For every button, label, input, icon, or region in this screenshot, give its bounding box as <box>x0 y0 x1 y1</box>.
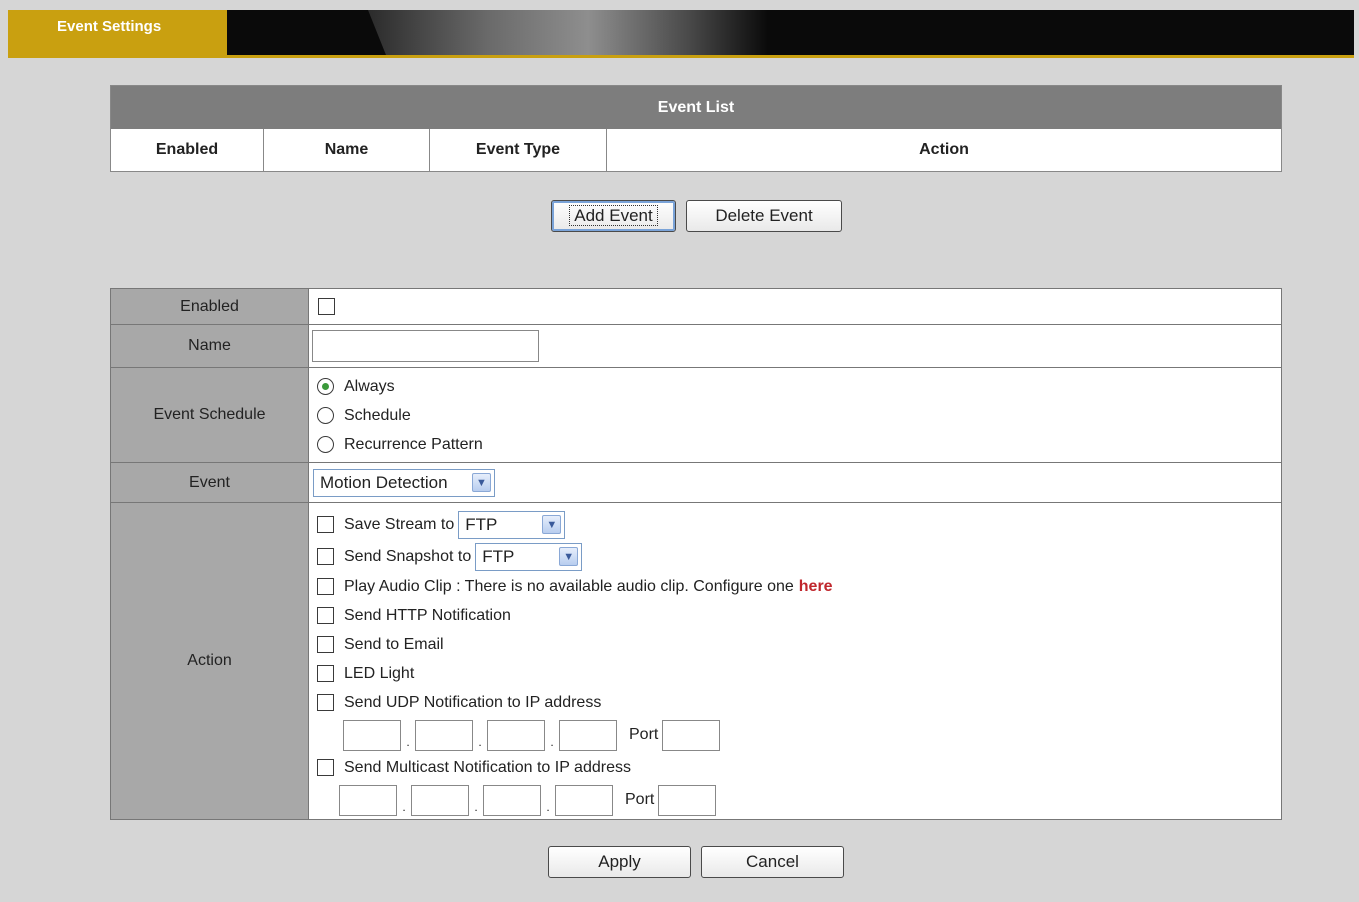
event-schedule-label: Event Schedule <box>111 368 309 462</box>
udp-port-input[interactable] <box>662 719 721 751</box>
save-stream-checkbox[interactable] <box>317 516 334 533</box>
led-light-checkbox[interactable] <box>317 665 334 682</box>
multicast-ip-octet-4[interactable] <box>555 784 613 816</box>
udp-ip-octet-2[interactable] <box>415 719 473 751</box>
row-name: Name <box>111 325 1281 368</box>
action-led-light: LED Light <box>317 659 1281 688</box>
radio-schedule[interactable] <box>317 407 334 424</box>
row-event-schedule: Event Schedule Always Schedule Recurrenc… <box>111 368 1281 463</box>
udp-port-label: Port <box>629 726 659 743</box>
configure-audio-link[interactable]: here <box>799 578 833 596</box>
cancel-button[interactable]: Cancel <box>701 846 844 878</box>
http-notification-checkbox[interactable] <box>317 607 334 624</box>
multicast-ip-octet-3[interactable] <box>483 784 541 816</box>
schedule-option-recurrence[interactable]: Recurrence Pattern <box>317 430 1281 459</box>
event-form: Enabled Name Event Schedule Always Sched… <box>110 288 1282 820</box>
udp-ip-octet-4[interactable] <box>559 719 617 751</box>
column-header-event-type: Event Type <box>430 129 607 171</box>
email-checkbox[interactable] <box>317 636 334 653</box>
action-label: Action <box>111 503 309 819</box>
event-list-header: Enabled Name Event Type Action <box>111 129 1281 171</box>
column-header-name: Name <box>264 129 430 171</box>
send-snapshot-checkbox[interactable] <box>317 548 334 565</box>
udp-notification-checkbox[interactable] <box>317 694 334 711</box>
schedule-option-always[interactable]: Always <box>317 372 1281 401</box>
tab-event-settings[interactable]: Event Settings <box>8 10 227 55</box>
play-audio-checkbox[interactable] <box>317 578 334 595</box>
name-label: Name <box>111 325 309 367</box>
action-send-snapshot: Send Snapshot to FTP ▼ <box>317 541 1281 572</box>
event-list-table: Event List Enabled Name Event Type Actio… <box>110 85 1282 172</box>
enabled-label: Enabled <box>111 289 309 324</box>
multicast-ip-address-fields: . . . Port <box>317 782 1281 818</box>
event-type-value: Motion Detection <box>320 472 448 492</box>
chevron-down-icon: ▼ <box>559 547 579 566</box>
action-play-audio: Play Audio Clip : There is no available … <box>317 572 1281 601</box>
name-input[interactable] <box>312 330 539 362</box>
event-list-title: Event List <box>111 86 1281 129</box>
multicast-ip-octet-2[interactable] <box>411 784 469 816</box>
apply-button[interactable]: Apply <box>548 846 691 878</box>
action-save-stream: Save Stream to FTP ▼ <box>317 508 1281 541</box>
column-header-enabled: Enabled <box>111 129 264 171</box>
add-event-label: Add Event <box>569 205 658 226</box>
save-stream-target-select[interactable]: FTP ▼ <box>458 510 566 539</box>
send-snapshot-target-select[interactable]: FTP ▼ <box>475 542 583 571</box>
row-enabled: Enabled <box>111 289 1281 325</box>
chevron-down-icon: ▼ <box>542 515 562 534</box>
action-udp-notification: Send UDP Notification to IP address <box>317 688 1281 717</box>
multicast-notification-checkbox[interactable] <box>317 759 334 776</box>
delete-event-button[interactable]: Delete Event <box>686 200 842 232</box>
multicast-port-label: Port <box>625 791 655 808</box>
udp-ip-address-fields: . . . Port <box>317 717 1281 753</box>
udp-ip-octet-1[interactable] <box>343 719 401 751</box>
udp-ip-octet-3[interactable] <box>487 719 545 751</box>
row-action: Action Save Stream to FTP ▼ Send Snapsho… <box>111 503 1281 819</box>
schedule-option-schedule[interactable]: Schedule <box>317 401 1281 430</box>
add-event-button[interactable]: Add Event <box>551 200 676 232</box>
header-decoration <box>368 10 768 55</box>
action-email: Send to Email <box>317 630 1281 659</box>
radio-recurrence-pattern[interactable] <box>317 436 334 453</box>
event-type-select[interactable]: Motion Detection ▼ <box>313 468 495 497</box>
radio-always[interactable] <box>317 378 334 395</box>
action-multicast-notification: Send Multicast Notification to IP addres… <box>317 753 1281 782</box>
multicast-port-input[interactable] <box>658 784 717 816</box>
column-header-action: Action <box>919 141 969 158</box>
event-label: Event <box>111 463 309 502</box>
enabled-checkbox[interactable] <box>318 298 335 315</box>
chevron-down-icon: ▼ <box>472 473 491 492</box>
multicast-ip-octet-1[interactable] <box>339 784 397 816</box>
top-bar: Event Settings <box>8 10 1354 58</box>
action-http-notification: Send HTTP Notification <box>317 601 1281 630</box>
row-event: Event Motion Detection ▼ <box>111 463 1281 503</box>
